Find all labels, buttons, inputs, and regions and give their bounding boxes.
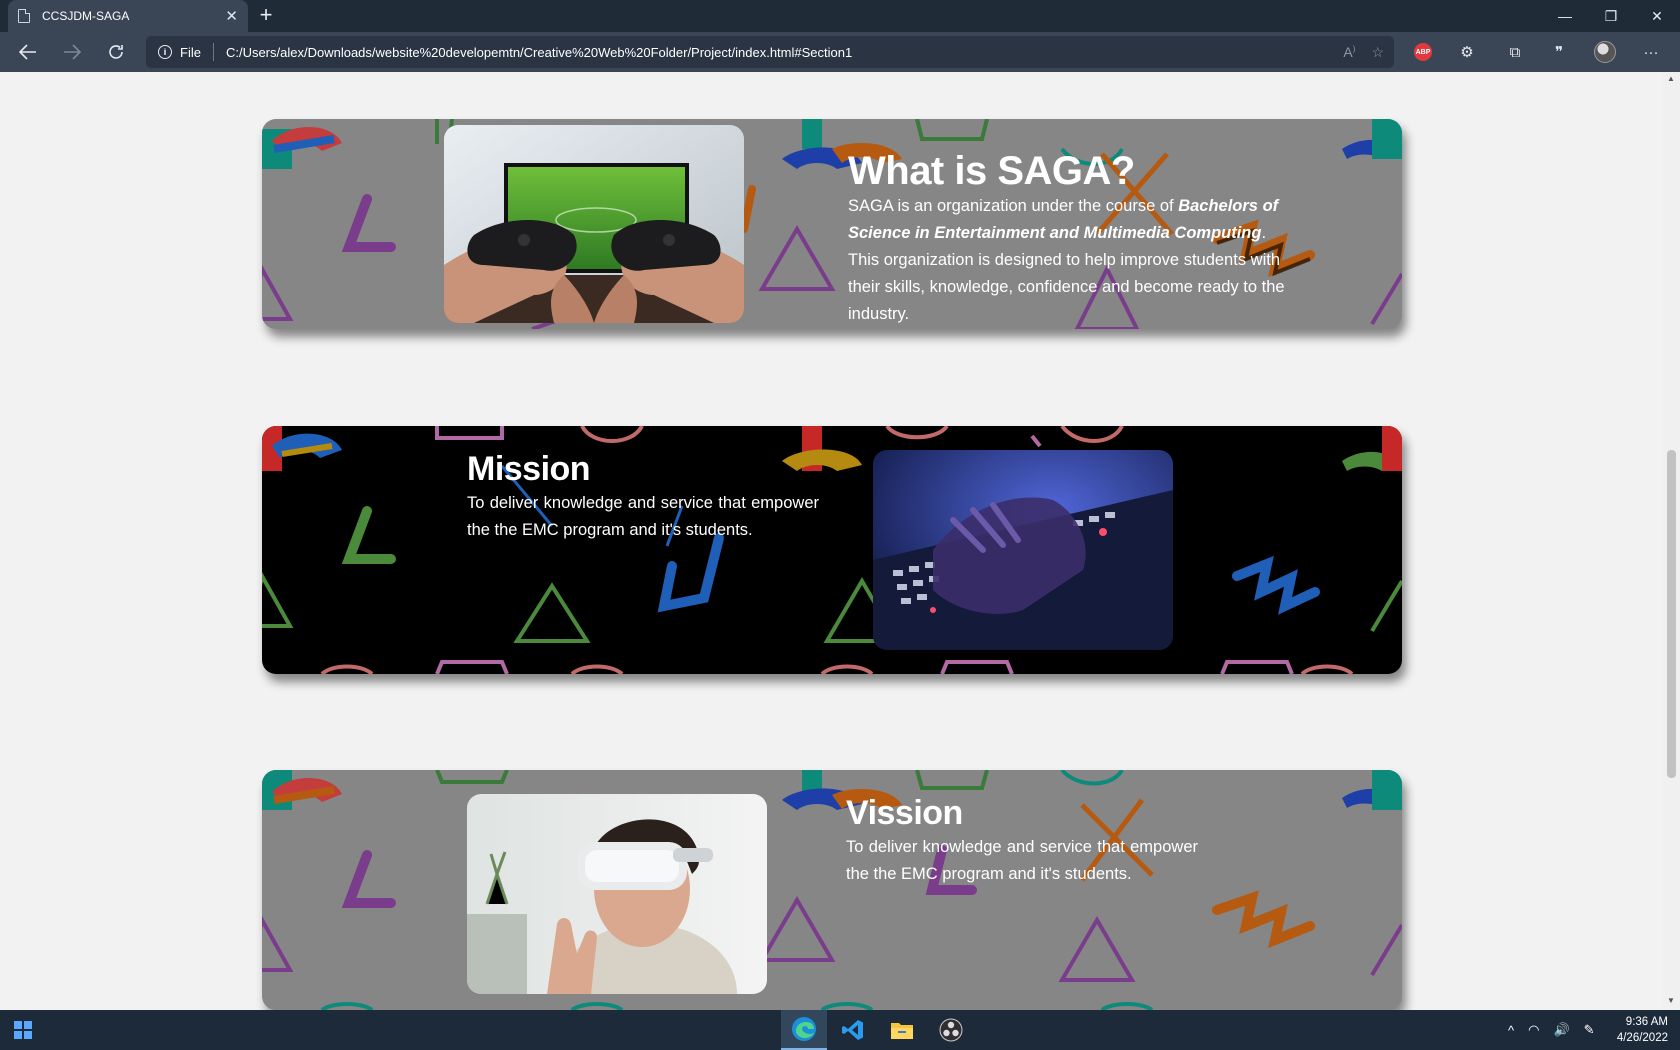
system-clock[interactable]: 9:36 AM 4/26/2022	[1617, 1014, 1668, 1046]
avatar	[1594, 41, 1616, 63]
vscode-icon	[842, 1020, 863, 1040]
clock-time: 9:36 AM	[1625, 1016, 1668, 1028]
minimize-button[interactable]: —	[1542, 0, 1588, 32]
section-description: SAGA is an organization under the course…	[848, 193, 1288, 328]
vr-illustration	[467, 794, 767, 994]
more-menu-icon[interactable]: ···	[1638, 40, 1664, 64]
back-arrow-icon	[19, 44, 36, 60]
page-scrollbar[interactable]: ▲ ▼	[1663, 72, 1680, 1010]
address-separator	[212, 43, 214, 61]
new-tab-button[interactable]: +	[254, 4, 278, 28]
wifi-icon[interactable]: ◠	[1528, 1022, 1539, 1038]
info-icon[interactable]: i	[158, 45, 172, 59]
chevron-up-icon[interactable]: ^	[1508, 1023, 1514, 1038]
refresh-icon	[109, 45, 123, 59]
forward-button[interactable]	[57, 38, 87, 66]
page-icon	[18, 9, 30, 23]
page-viewport: What is SAGA? SAGA is an organization un…	[0, 72, 1663, 1010]
back-button[interactable]	[13, 38, 43, 66]
taskbar-edge[interactable]	[781, 1010, 827, 1050]
description-part: SAGA is an organization under the course…	[848, 197, 1179, 215]
favorite-star-icon[interactable]: ☆	[1371, 44, 1384, 61]
scroll-down-icon[interactable]: ▼	[1667, 996, 1675, 1005]
scroll-up-icon[interactable]: ▲	[1667, 74, 1675, 83]
section-title: What is SAGA?	[848, 149, 1135, 193]
windows-taskbar: ^ ◠ 🔊 ✎ 9:36 AM 4/26/2022	[0, 1010, 1680, 1050]
refresh-button[interactable]	[101, 38, 131, 66]
file-label: File	[180, 44, 201, 60]
keyboard-illustration	[873, 450, 1173, 650]
adblock-icon: ABP	[1414, 43, 1432, 61]
keyboard-hands-photo	[873, 450, 1173, 650]
section-mission: Mission To deliver knowledge and service…	[262, 426, 1402, 674]
close-tab-icon[interactable]: ✕	[225, 7, 238, 25]
address-bar-actions: A) ☆	[1343, 44, 1384, 61]
section-description: To deliver knowledge and service that em…	[846, 838, 1198, 883]
browser-toolbar: i File C:/Users/alex/Downloads/website%2…	[0, 32, 1680, 72]
restore-button[interactable]: ❐	[1588, 0, 1634, 32]
game-pattern-background	[262, 426, 1402, 674]
read-aloud-icon[interactable]: A)	[1343, 44, 1355, 61]
volume-icon[interactable]: 🔊	[1553, 1022, 1569, 1038]
taskbar-vscode[interactable]	[830, 1010, 876, 1050]
browser-tab[interactable]: CCSJDM-SAGA ✕	[8, 0, 248, 32]
quote-icon[interactable]: ❞	[1546, 40, 1572, 64]
taskbar-file-explorer[interactable]	[879, 1010, 925, 1050]
folder-icon	[891, 1023, 913, 1039]
address-bar[interactable]: i File C:/Users/alex/Downloads/website%2…	[146, 36, 1394, 68]
gaming-controllers-photo	[444, 125, 744, 323]
tab-title: CCSJDM-SAGA	[42, 9, 130, 23]
clock-date: 4/26/2022	[1616, 1032, 1668, 1044]
pen-icon[interactable]: ✎	[1584, 1022, 1595, 1038]
browser-title-bar: CCSJDM-SAGA ✕ + — ❐ ✕	[0, 0, 1680, 32]
obs-icon	[939, 1018, 963, 1042]
taskbar-obs[interactable]	[928, 1010, 974, 1050]
game-pattern-background	[262, 770, 1402, 1010]
extensions-icon[interactable]: ⚙	[1454, 40, 1480, 64]
section-title: Mission	[467, 450, 591, 488]
vr-headset-photo	[467, 794, 767, 994]
windows-logo-icon	[14, 1021, 32, 1039]
section-what-is-saga: What is SAGA? SAGA is an organization un…	[262, 119, 1402, 329]
system-tray: ^ ◠ 🔊 ✎	[1508, 1010, 1595, 1050]
controllers-illustration	[444, 125, 744, 323]
close-window-button[interactable]: ✕	[1634, 0, 1680, 32]
edge-browser-icon	[792, 1017, 816, 1041]
scrollbar-thumb[interactable]	[1667, 450, 1676, 778]
section-vision: Vission To deliver knowledge and service…	[262, 770, 1402, 1010]
section-title: Vission	[846, 794, 963, 832]
url-text[interactable]: C:/Users/alex/Downloads/website%20develo…	[226, 45, 852, 60]
section-description: To deliver knowledge and service that em…	[467, 494, 819, 539]
start-button[interactable]	[0, 1010, 46, 1050]
forward-arrow-icon	[64, 44, 81, 60]
collections-icon[interactable]: ⧉	[1502, 40, 1528, 64]
profile-avatar[interactable]	[1592, 40, 1618, 64]
adblock-extension[interactable]: ABP	[1410, 40, 1436, 64]
